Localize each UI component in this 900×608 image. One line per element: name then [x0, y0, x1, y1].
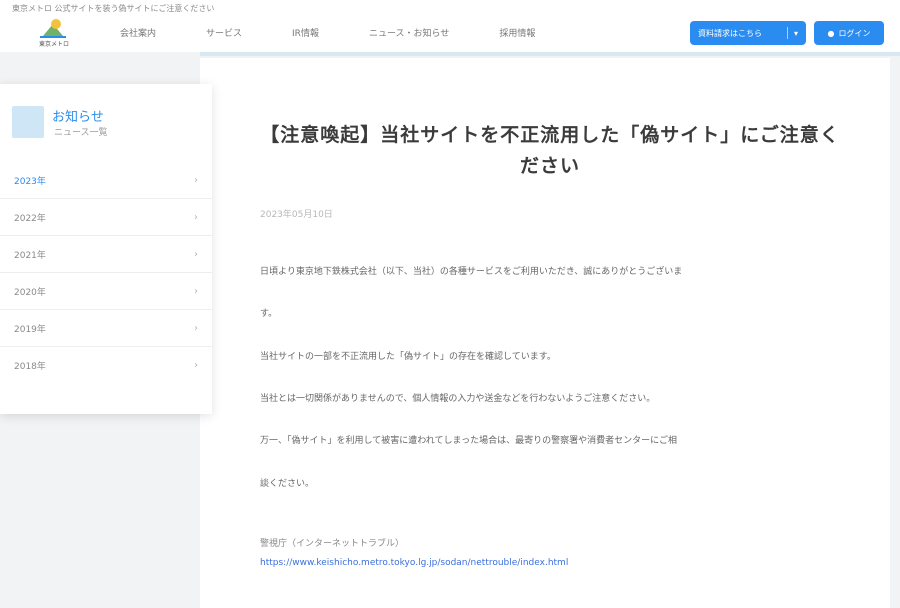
article-paragraph: 当社サイトの一部を不正流用した「偽サイト」の存在を確認しています。 [260, 352, 556, 362]
reference-link[interactable]: https://www.keishicho.metro.tokyo.lg.jp/… [260, 558, 568, 568]
sidebar-item-label: 2023年 [14, 176, 46, 187]
request-docs-button[interactable]: 資料請求はこちら ▾ [690, 21, 806, 45]
logo-text: 東京メトロ [38, 41, 69, 48]
top-bar: 東京メトロ 公式サイトを装う偽サイトにご注意ください 東京メトロ 会社案内 サー… [0, 0, 900, 52]
chevron-down-icon: ▾ [793, 28, 798, 38]
nav-item-careers[interactable]: 採用情報 [499, 26, 535, 39]
login-button[interactable]: ● ログイン [814, 21, 884, 45]
chevron-right-icon: › [194, 211, 198, 223]
article-paragraph: 談ください。 [260, 479, 315, 489]
news-icon [12, 106, 44, 138]
chevron-right-icon: › [194, 248, 198, 260]
site-caption: 東京メトロ 公式サイトを装う偽サイトにご注意ください [12, 4, 215, 13]
nav-item-services[interactable]: サービス [206, 26, 242, 39]
article-panel: 【注意喚起】当社サイトを不正流用した「偽サイト」にご注意ください 2023年05… [200, 58, 890, 608]
article-paragraph: す。 [260, 309, 278, 319]
sidebar-item-label: 2022年 [14, 213, 46, 224]
logo-icon [40, 18, 66, 38]
year-list: 2023年 › 2022年 › 2021年 › 2020年 › 2019年 › … [0, 162, 212, 384]
sidebar-item-year[interactable]: 2019年 › [0, 310, 212, 347]
article-paragraph: 日頃より東京地下鉄株式会社（以下、当社）の各種サービスをご利用いただき、誠にあり… [260, 267, 683, 277]
sidebar-title: お知らせ [52, 110, 104, 125]
sidebar-item-label: 2021年 [14, 250, 46, 261]
sidebar-item-year[interactable]: 2022年 › [0, 199, 212, 236]
article-paragraph: 万一、「偽サイト」を利用して被害に遭われてしまった場合は、最寄りの警察署や消費者… [260, 436, 677, 446]
article-date: 2023年05月10日 [260, 210, 333, 220]
button-divider [786, 27, 788, 39]
nav-item-news[interactable]: ニュース・お知らせ [369, 26, 449, 39]
sidebar-subtitle: ニュース一覧 [54, 128, 108, 138]
sidebar: お知らせ ニュース一覧 2023年 › 2022年 › 2021年 › 2020… [0, 84, 212, 414]
chevron-right-icon: › [194, 174, 198, 186]
main-nav: 会社案内 サービス IR情報 ニュース・お知らせ 採用情報 [120, 26, 535, 39]
sidebar-item-label: 2020年 [14, 287, 46, 298]
nav-item-company[interactable]: 会社案内 [120, 26, 156, 39]
nav-item-ir[interactable]: IR情報 [292, 26, 319, 39]
chevron-right-icon: › [194, 360, 198, 371]
chevron-right-icon: › [194, 285, 198, 297]
reference-label: 警視庁（インターネットトラブル） [260, 539, 405, 549]
request-docs-label: 資料請求はこちら [698, 28, 762, 38]
sidebar-item-year[interactable]: 2021年 › [0, 236, 212, 273]
sidebar-item-year[interactable]: 2020年 › [0, 273, 212, 310]
chevron-right-icon: › [194, 322, 198, 334]
article-paragraph: 当社とは一切関係がありませんので、個人情報の入力や送金などを行わないようご注意く… [260, 394, 656, 404]
user-icon: ● [827, 28, 835, 38]
logo[interactable]: 東京メトロ [30, 18, 78, 48]
sidebar-item-year[interactable]: 2018年 › [0, 347, 212, 384]
header-accent-line [200, 52, 900, 56]
login-label: ログイン [838, 28, 871, 38]
article-title: 【注意喚起】当社サイトを不正流用した「偽サイト」にご注意ください [260, 124, 840, 177]
sidebar-item-label: 2018年 [14, 362, 46, 372]
sidebar-item-year[interactable]: 2023年 › [0, 162, 212, 199]
sidebar-item-label: 2019年 [14, 324, 46, 335]
